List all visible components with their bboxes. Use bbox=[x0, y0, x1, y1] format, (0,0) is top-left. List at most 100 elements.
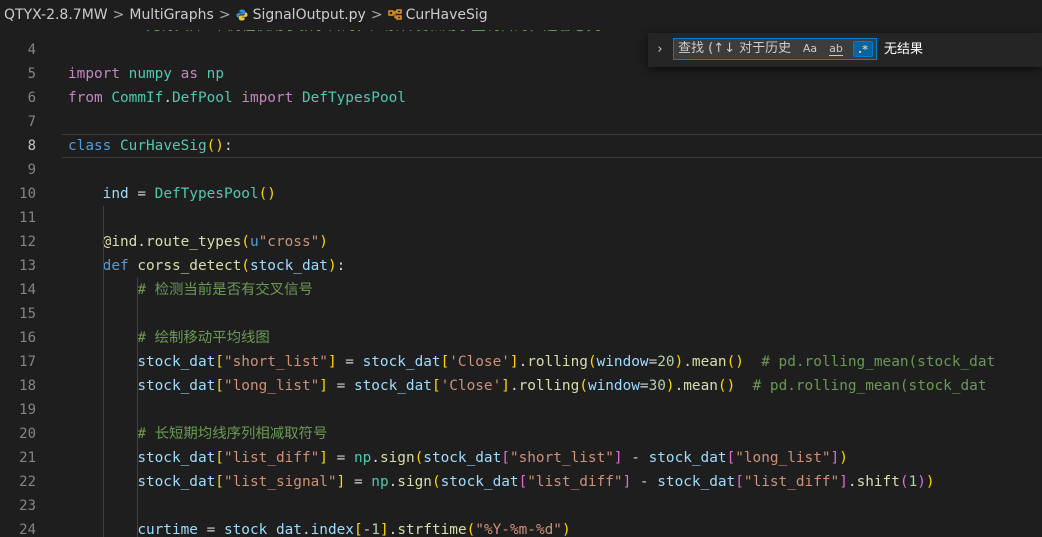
code-token: curtime bbox=[137, 522, 198, 537]
code-line[interactable]: 23 bbox=[0, 494, 1042, 518]
code-token: = bbox=[639, 378, 649, 394]
regex-toggle[interactable]: .* bbox=[853, 41, 873, 57]
code-line[interactable]: 9 bbox=[0, 158, 1042, 182]
code-token: rolling bbox=[518, 378, 580, 394]
code-token: 'Close' bbox=[440, 378, 502, 394]
line-number: 17 bbox=[19, 354, 36, 370]
find-input[interactable]: 查找 (↑↓ 对于历史 bbox=[678, 41, 798, 57]
code-editor[interactable]: 3 #author: 元宵大师 本例程仅用于教学目的，严禁转发和用于盈利目的，违者… bbox=[0, 30, 1042, 537]
code-text: import numpy as np bbox=[68, 62, 224, 86]
code-token: 'Close' bbox=[449, 354, 510, 370]
code-text: stock_dat["list_diff"] = np.sign(stock_d… bbox=[68, 446, 848, 470]
match-case-toggle[interactable]: Aa bbox=[800, 41, 820, 57]
code-token: [ bbox=[440, 354, 450, 370]
breadcrumb-item-file[interactable]: SignalOutput.py bbox=[253, 7, 366, 23]
code-token: DefPool bbox=[171, 90, 233, 106]
breadcrumb-item-folder[interactable]: MultiGraphs bbox=[129, 7, 213, 23]
code-token: = bbox=[327, 450, 354, 466]
code-token: "list_diff" bbox=[223, 450, 320, 466]
code-token: # 绘制移动平均线图 bbox=[137, 330, 270, 346]
line-number: 19 bbox=[19, 402, 36, 418]
code-token: = bbox=[648, 354, 658, 370]
code-token: : bbox=[223, 138, 233, 154]
code-line[interactable]: 24 curtime = stock_dat.index[-1].strftim… bbox=[0, 518, 1042, 537]
line-number: 14 bbox=[19, 282, 36, 298]
code-token: stock_dat bbox=[249, 258, 328, 274]
line-number: 10 bbox=[19, 186, 36, 202]
line-number: 20 bbox=[19, 426, 36, 442]
code-line[interactable]: 11 bbox=[0, 206, 1042, 230]
line-number: 8 bbox=[27, 138, 36, 154]
code-token: class bbox=[68, 138, 112, 154]
code-line[interactable]: 12 @ind.route_types(u"cross") bbox=[0, 230, 1042, 254]
line-number: 3 bbox=[0, 30, 36, 38]
code-token: "long_list" bbox=[735, 450, 831, 466]
code-token: sign bbox=[397, 474, 432, 490]
code-token: stock_dat bbox=[423, 450, 502, 466]
code-text: curtime = stock_dat.index[-1].strftime("… bbox=[68, 518, 571, 537]
code-token: @ind.route_types bbox=[102, 234, 242, 250]
code-token: as bbox=[180, 66, 198, 82]
code-token: - bbox=[631, 474, 658, 490]
code-line[interactable]: 8 class CurHaveSig(): bbox=[0, 134, 1042, 158]
code-token: strftime bbox=[397, 522, 467, 537]
code-line[interactable]: 18 stock_dat["long_list"] = stock_dat['C… bbox=[0, 374, 1042, 398]
breadcrumb-separator: > bbox=[370, 7, 383, 23]
code-line[interactable]: 15 bbox=[0, 302, 1042, 326]
breadcrumb-separator: > bbox=[218, 7, 231, 23]
code-text: stock_dat["short_list"] = stock_dat['Clo… bbox=[68, 350, 995, 374]
code-token: window bbox=[596, 354, 649, 370]
code-line[interactable]: 19 bbox=[0, 398, 1042, 422]
code-token: () bbox=[726, 354, 744, 370]
line-number: 22 bbox=[19, 474, 36, 490]
code-token: stock_dat bbox=[137, 354, 216, 370]
code-token: ] bbox=[613, 450, 623, 466]
find-input-box[interactable]: 查找 (↑↓ 对于历史 Aa ab .* bbox=[673, 38, 877, 60]
code-line[interactable]: 17 stock_dat["short_list"] = stock_dat['… bbox=[0, 350, 1042, 374]
line-number: 9 bbox=[27, 162, 36, 178]
code-token: . bbox=[388, 522, 398, 537]
code-token: [ bbox=[726, 450, 736, 466]
code-token: # pd.rolling_mean(stock_dat bbox=[761, 354, 996, 370]
code-line[interactable]: 14 # 检测当前是否有交叉信号 bbox=[0, 278, 1042, 302]
code-token: [ bbox=[431, 378, 441, 394]
code-token: = bbox=[345, 474, 372, 490]
breadcrumb-item-class[interactable]: CurHaveSig bbox=[406, 7, 488, 23]
breadcrumb-separator: > bbox=[112, 7, 125, 23]
code-token: mean bbox=[683, 378, 718, 394]
code-line[interactable]: 16 # 绘制移动平均线图 bbox=[0, 326, 1042, 350]
code-token: numpy bbox=[128, 66, 172, 82]
code-token: ] bbox=[319, 378, 328, 394]
code-text: # 长短期均线序列相减取符号 bbox=[68, 422, 327, 446]
code-line[interactable]: 10 ind = DefTypesPool() bbox=[0, 182, 1042, 206]
code-token: ) bbox=[561, 522, 571, 537]
code-line[interactable]: 20 # 长短期均线序列相减取符号 bbox=[0, 422, 1042, 446]
code-line[interactable]: 21 stock_dat["list_diff"] = np.sign(stoc… bbox=[0, 446, 1042, 470]
chevron-right-icon[interactable]: › bbox=[652, 41, 668, 59]
code-token: "short_list" bbox=[509, 450, 614, 466]
code-token: ] bbox=[830, 450, 840, 466]
code-line[interactable]: 6 from CommIf.DefPool import DefTypesPool bbox=[0, 86, 1042, 110]
code-token: CurHaveSig bbox=[120, 138, 207, 154]
whole-word-toggle[interactable]: ab bbox=[825, 41, 847, 57]
code-token: ) bbox=[839, 450, 848, 466]
find-widget: › 查找 (↑↓ 对于历史 Aa ab .* 无结果 bbox=[648, 33, 1042, 67]
code-text: def corss_detect(stock_dat): bbox=[68, 254, 346, 278]
code-token: ( bbox=[431, 474, 441, 490]
code-line[interactable]: 7 bbox=[0, 110, 1042, 134]
line-number: 18 bbox=[19, 378, 36, 394]
code-line[interactable]: 13 def corss_detect(stock_dat): bbox=[0, 254, 1042, 278]
code-token: 1 bbox=[908, 474, 918, 490]
code-token: ) bbox=[665, 378, 675, 394]
breadcrumb-item-project[interactable]: QTYX-2.8.7MW bbox=[4, 7, 108, 23]
code-token: 1 bbox=[371, 522, 380, 537]
code-token: ) bbox=[917, 474, 926, 490]
code-token: [ bbox=[735, 474, 744, 490]
code-token: ) bbox=[327, 258, 337, 274]
code-token: u bbox=[249, 234, 259, 250]
code-line[interactable]: 22 stock_dat["list_signal"] = np.sign(st… bbox=[0, 470, 1042, 494]
